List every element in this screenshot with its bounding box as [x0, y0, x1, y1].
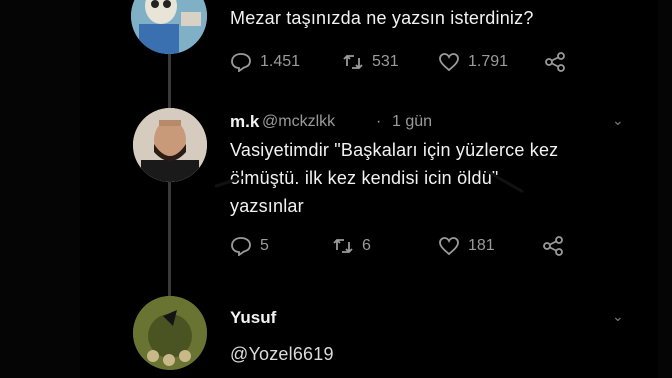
tweet-time[interactable]: 1 gün — [392, 113, 432, 131]
chevron-down-icon[interactable]: ⌄ — [612, 112, 624, 129]
like-count: 1.791 — [468, 53, 509, 70]
tweet-text: Mezar taşınızda ne yazsın isterdiniz? — [230, 8, 534, 28]
reply-count: 1.451 — [260, 53, 301, 70]
user-handle[interactable]: @Yozel6619 — [230, 344, 334, 365]
reply-count: 5 — [260, 237, 269, 254]
tweet-text-line-2: ölmüştü. ilk kez kendisi icin öldü" — [230, 168, 499, 188]
tweet-actions: 5 6 181 — [230, 236, 572, 256]
share-icon — [545, 52, 565, 72]
retweet-icon — [333, 238, 353, 254]
retweet-icon — [343, 54, 363, 70]
like-button[interactable]: 1.791 — [438, 52, 544, 72]
tweet-actions: 1.451 531 1.791 — [230, 52, 574, 72]
tweet-text-line-1: Vasiyetimdir "Başkaları için yüzlerce ke… — [230, 140, 559, 160]
reply-icon — [231, 53, 251, 72]
share-button[interactable] — [542, 236, 572, 256]
user-handle[interactable]: @mckzlkk — [262, 113, 335, 131]
reply-button[interactable]: 5 — [230, 236, 332, 256]
thread-line — [168, 52, 171, 312]
avatar[interactable] — [133, 108, 207, 182]
like-count: 181 — [468, 237, 495, 254]
retweet-button[interactable]: 531 — [342, 52, 438, 72]
chevron-down-icon[interactable]: ⌄ — [612, 308, 624, 325]
share-button[interactable] — [544, 52, 574, 72]
like-icon — [439, 237, 459, 256]
like-icon — [439, 53, 459, 72]
retweet-count: 6 — [362, 237, 371, 254]
reply-button[interactable]: 1.451 — [230, 52, 342, 72]
display-name[interactable]: Yusuf — [230, 308, 276, 328]
reply-icon — [231, 237, 251, 256]
avatar[interactable] — [133, 296, 207, 370]
share-icon — [543, 236, 563, 256]
separator-dot: · — [376, 113, 382, 130]
display-name[interactable]: m.k — [230, 112, 259, 132]
like-button[interactable]: 181 — [438, 236, 542, 256]
tweet-text-line-3: yazsınlar — [230, 196, 304, 216]
retweet-count: 531 — [372, 53, 399, 70]
retweet-button[interactable]: 6 — [332, 236, 438, 256]
